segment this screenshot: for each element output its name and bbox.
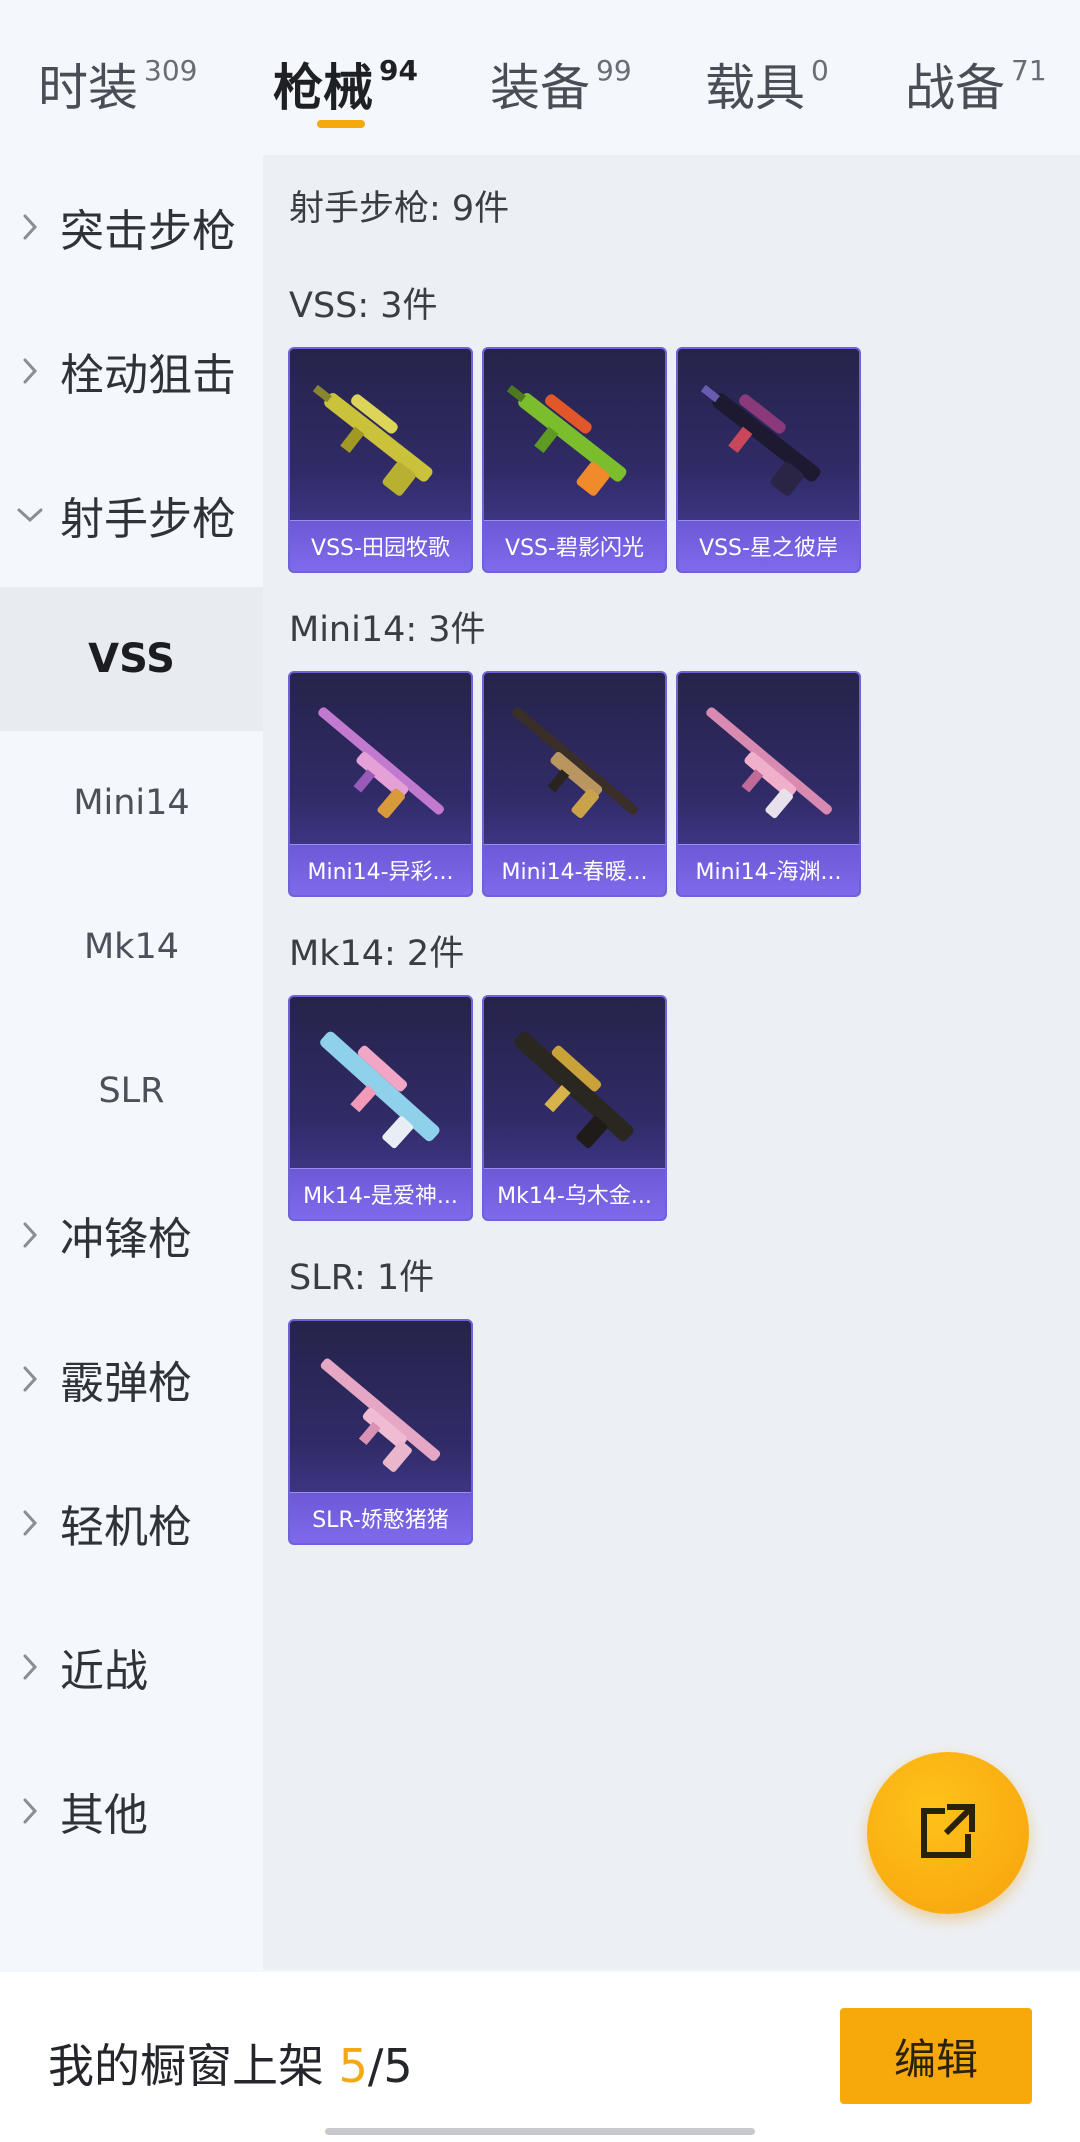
slr-rifle-image — [320, 1358, 441, 1472]
sidebar-item-other[interactable]: 其他 — [0, 1739, 263, 1883]
sidebar-subitem-mk14[interactable]: Mk14 — [0, 875, 263, 1019]
skin-card[interactable]: SLR-娇憨猪猪 — [288, 1319, 473, 1545]
skin-card[interactable]: VSS-碧影闪光 — [482, 347, 667, 573]
tab-label: 战备 — [905, 59, 1005, 117]
home-indicator — [325, 2128, 755, 2135]
tab-vehicles[interactable]: 载具 0 — [705, 48, 829, 118]
skin-name: Mk14-乌木金... — [484, 1168, 665, 1219]
sidebar-item-label: 突击步枪 — [60, 206, 236, 257]
sidebar-item-label: 栓动狙击 — [60, 350, 236, 401]
skin-card[interactable]: VSS-星之彼岸 — [676, 347, 861, 573]
sidebar-subitem-vss[interactable]: VSS — [0, 587, 263, 731]
sidebar-item-dmr[interactable]: 射手步枪 — [0, 443, 263, 587]
chevron-right-icon — [0, 355, 60, 387]
tab-count: 71 — [1011, 54, 1047, 87]
showcase-shelf-status: 我的橱窗上架 5/5 — [48, 2030, 413, 2096]
share-external-icon — [916, 1799, 980, 1867]
sidebar-item-assault-rifle[interactable]: 突击步枪 — [0, 155, 263, 299]
chevron-down-icon — [0, 505, 60, 525]
section-title-vss: VSS: 3件 — [289, 286, 438, 326]
sidebar-item-label: 冲锋枪 — [60, 1214, 192, 1265]
category-count-header: 射手步枪: 9件 — [289, 189, 510, 229]
chevron-right-icon — [0, 211, 60, 243]
skin-name: Mini14-春暖... — [484, 844, 665, 895]
tab-label: 枪械 — [273, 59, 373, 117]
sidebar-item-label: 轻机枪 — [60, 1502, 192, 1553]
sidebar-item-smg[interactable]: 冲锋枪 — [0, 1163, 263, 1307]
sidebar-item-bolt-sniper[interactable]: 栓动狙击 — [0, 299, 263, 443]
skin-name: VSS-碧影闪光 — [484, 520, 665, 571]
sidebar-item-label: 近战 — [60, 1646, 148, 1697]
skin-name: VSS-星之彼岸 — [678, 520, 859, 571]
skin-name: VSS-田园牧歌 — [290, 520, 471, 571]
skin-name: Mini14-海渊... — [678, 844, 859, 895]
mk14-rifle-image — [514, 1031, 634, 1149]
vss-rifle-image — [312, 384, 433, 496]
active-tab-indicator — [317, 120, 365, 128]
chevron-right-icon — [0, 1507, 60, 1539]
tab-label: 载具 — [705, 59, 805, 117]
tab-fashion[interactable]: 时装 309 — [38, 48, 197, 118]
tab-label: 时装 — [38, 59, 138, 117]
sidebar-subitem-mini14[interactable]: Mini14 — [0, 731, 263, 875]
skin-card[interactable]: Mini14-异彩... — [288, 671, 473, 897]
sidebar-item-shotgun[interactable]: 霰弹枪 — [0, 1307, 263, 1451]
shelf-total: 5 — [383, 2039, 413, 2093]
skin-card[interactable]: Mk14-是爱神... — [288, 995, 473, 1221]
tab-count: 0 — [811, 54, 829, 87]
tab-label: 装备 — [490, 59, 590, 117]
mini14-rifle-image — [706, 707, 832, 819]
tab-count: 99 — [596, 54, 632, 87]
sidebar-item-label: 其他 — [60, 1790, 148, 1841]
skin-name: Mini14-异彩... — [290, 844, 471, 895]
skin-name: SLR-娇憨猪猪 — [290, 1492, 471, 1543]
shelf-label: 我的橱窗上架 — [48, 2039, 339, 2093]
tab-count: 94 — [379, 54, 418, 87]
skin-name: Mk14-是爱神... — [290, 1168, 471, 1219]
shelf-sep: / — [367, 2039, 384, 2093]
sidebar-subitem-slr[interactable]: SLR — [0, 1019, 263, 1163]
chevron-right-icon — [0, 1795, 60, 1827]
share-button[interactable] — [867, 1752, 1029, 1914]
chevron-right-icon — [0, 1363, 60, 1395]
section-title-mk14: Mk14: 2件 — [289, 934, 465, 974]
tab-firearms[interactable]: 枪械 94 — [273, 48, 418, 118]
sidebar-item-label: 射手步枪 — [60, 494, 236, 545]
chevron-right-icon — [0, 1219, 60, 1251]
edit-button[interactable]: 编辑 — [840, 2008, 1032, 2104]
mini14-rifle-image — [318, 707, 444, 819]
section-title-mini14: Mini14: 3件 — [289, 610, 486, 650]
chevron-right-icon — [0, 1651, 60, 1683]
vss-rifle-image — [506, 384, 627, 496]
category-tab-bar: 时装 309 枪械 94 装备 99 载具 0 战备 71 — [0, 0, 1080, 155]
mk14-rifle-image — [320, 1031, 440, 1149]
mini14-rifle-image — [512, 707, 638, 819]
skin-card[interactable]: Mini14-海渊... — [676, 671, 861, 897]
sidebar-item-melee[interactable]: 近战 — [0, 1595, 263, 1739]
sidebar-item-lmg[interactable]: 轻机枪 — [0, 1451, 263, 1595]
skin-card[interactable]: Mini14-春暖... — [482, 671, 667, 897]
vss-rifle-image — [700, 384, 821, 496]
tab-supplies[interactable]: 战备 71 — [905, 48, 1047, 118]
sidebar-item-label: 霰弹枪 — [60, 1358, 192, 1409]
tab-equipment[interactable]: 装备 99 — [490, 48, 632, 118]
skin-card[interactable]: Mk14-乌木金... — [482, 995, 667, 1221]
tab-count: 309 — [144, 54, 198, 87]
section-title-slr: SLR: 1件 — [289, 1258, 435, 1298]
shelf-current: 5 — [338, 2039, 368, 2093]
skin-card[interactable]: VSS-田园牧歌 — [288, 347, 473, 573]
